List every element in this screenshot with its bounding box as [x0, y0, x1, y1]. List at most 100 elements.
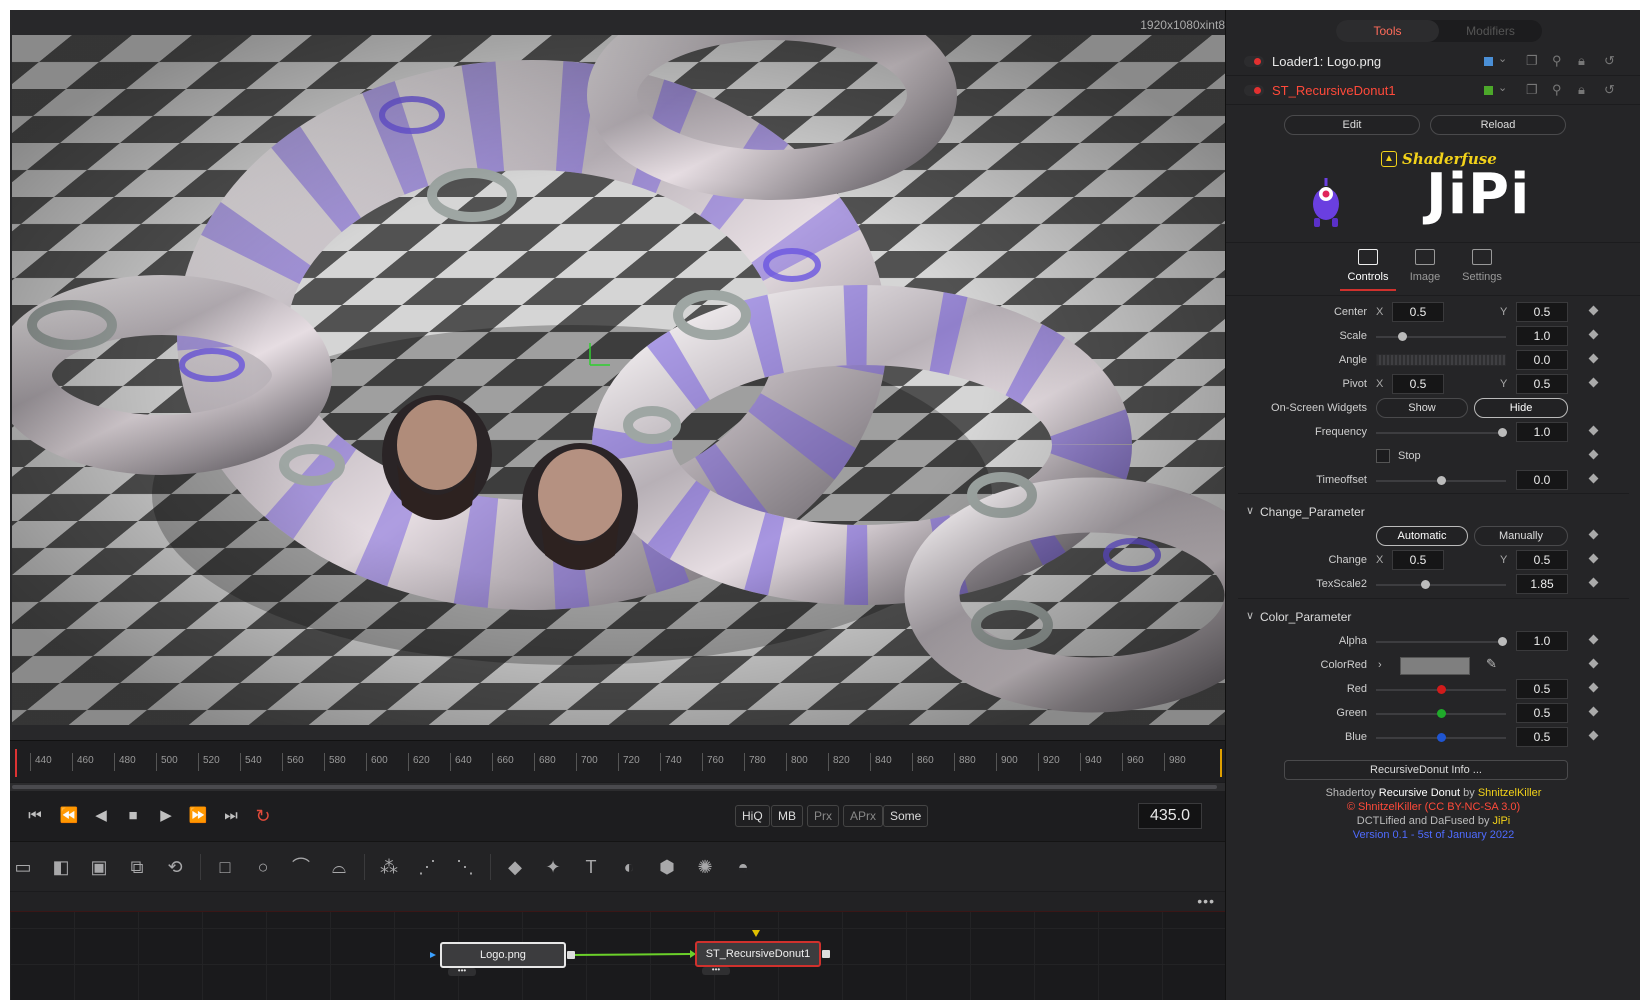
- slider-knob[interactable]: [1498, 428, 1508, 437]
- keyframe-icon[interactable]: [1588, 329, 1599, 340]
- merge-3d-icon[interactable]: ◐: [616, 854, 642, 880]
- pin-icon[interactable]: ⚲: [1552, 53, 1562, 69]
- stop-checkbox[interactable]: [1376, 449, 1390, 463]
- shader-node[interactable]: ST_RecursiveDonut1: [695, 941, 821, 967]
- manually-button[interactable]: Manually: [1474, 526, 1568, 546]
- alpha-field[interactable]: 1.0: [1516, 631, 1568, 651]
- rectangle-mask-icon[interactable]: □: [212, 854, 238, 880]
- render-image[interactable]: [12, 35, 1225, 725]
- merge-tool-icon[interactable]: ⧉: [124, 854, 150, 880]
- tab-tools[interactable]: Tools: [1336, 20, 1439, 42]
- keyframe-icon[interactable]: [1588, 425, 1599, 436]
- chevron-down-icon[interactable]: ⌄: [1498, 52, 1507, 65]
- keyframe-icon[interactable]: [1588, 529, 1599, 540]
- text-3d-icon[interactable]: T: [578, 854, 604, 880]
- loop-icon[interactable]: ↻: [252, 805, 274, 827]
- play-reverse-icon[interactable]: ◀: [90, 805, 112, 827]
- prx-button[interactable]: Prx: [807, 805, 839, 827]
- blue-field[interactable]: 0.5: [1516, 727, 1568, 747]
- reload-button[interactable]: Reload: [1430, 115, 1566, 135]
- timeline-scrollbar[interactable]: [10, 783, 1225, 791]
- tab-settings[interactable]: Settings: [1454, 249, 1510, 283]
- red-field[interactable]: 0.5: [1516, 679, 1568, 699]
- texscale2-slider[interactable]: [1376, 580, 1506, 589]
- tool-row-loader[interactable]: Loader1: Logo.png ⌄ ❐ ⚲ 🔒︎ ↺: [1226, 48, 1640, 76]
- green-slider[interactable]: [1376, 709, 1506, 718]
- green-field[interactable]: 0.5: [1516, 703, 1568, 723]
- particle-emitter-icon[interactable]: ⁂: [376, 854, 402, 880]
- keyframe-icon[interactable]: [1588, 577, 1599, 588]
- center-x-field[interactable]: 0.5: [1392, 302, 1444, 322]
- go-to-end-icon[interactable]: ⏭: [220, 805, 242, 827]
- stop-icon[interactable]: ■: [122, 805, 144, 827]
- tool-color-swatch[interactable]: [1484, 57, 1493, 66]
- keyframe-icon[interactable]: [1588, 449, 1599, 460]
- transform-tool-icon[interactable]: ⟲: [162, 854, 188, 880]
- keyframe-icon[interactable]: [1588, 658, 1599, 669]
- loader-tool-icon[interactable]: ▣: [86, 854, 112, 880]
- slider-knob[interactable]: [1437, 733, 1446, 742]
- section-change-parameter[interactable]: ∨ Change_Parameter: [1226, 493, 1640, 523]
- version-icon[interactable]: ❐: [1526, 82, 1538, 98]
- reset-icon[interactable]: ↺: [1604, 82, 1615, 98]
- alpha-slider[interactable]: [1376, 637, 1508, 646]
- ellipse-mask-icon[interactable]: ○: [250, 854, 276, 880]
- keyframe-icon[interactable]: [1588, 634, 1599, 645]
- shader-node-controls[interactable]: •••: [702, 966, 730, 975]
- timeoffset-slider[interactable]: [1376, 476, 1506, 485]
- lock-icon[interactable]: 🔒︎: [1578, 53, 1585, 69]
- particle-render-icon[interactable]: ⋰: [414, 854, 440, 880]
- frequency-field[interactable]: 1.0: [1516, 422, 1568, 442]
- keyframe-icon[interactable]: [1588, 553, 1599, 564]
- slider-knob[interactable]: [1498, 637, 1508, 646]
- tab-image[interactable]: Image: [1397, 249, 1453, 283]
- hiq-button[interactable]: HiQ: [735, 805, 770, 827]
- paint-tool-icon[interactable]: ◧: [48, 854, 74, 880]
- playhead[interactable]: [15, 749, 17, 777]
- node-flow[interactable]: ••• Logo.png ••• ST_RecursiveDonut1 •••: [10, 892, 1225, 1000]
- pin-icon[interactable]: ⚲: [1552, 82, 1562, 98]
- loader-node-controls[interactable]: •••: [448, 967, 476, 976]
- change-x-field[interactable]: 0.5: [1392, 550, 1444, 570]
- slider-knob[interactable]: [1437, 476, 1446, 485]
- tool-color-swatch[interactable]: [1484, 86, 1493, 95]
- background-tool-icon[interactable]: ▭: [10, 854, 36, 880]
- record-toggle[interactable]: [1244, 56, 1264, 67]
- keyframe-icon[interactable]: [1588, 377, 1599, 388]
- current-frame-field[interactable]: 435.0: [1138, 803, 1202, 829]
- keyframe-icon[interactable]: [1588, 682, 1599, 693]
- red-slider[interactable]: [1376, 685, 1506, 694]
- camera-3d-icon[interactable]: ⬢: [654, 854, 680, 880]
- scale-slider[interactable]: [1376, 332, 1506, 341]
- angle-field[interactable]: 0.0: [1516, 350, 1568, 370]
- viewer[interactable]: 1920x1080xint8: [10, 10, 1225, 740]
- section-color-parameter[interactable]: ∨ Color_Parameter: [1226, 598, 1640, 628]
- timeoffset-field[interactable]: 0.0: [1516, 470, 1568, 490]
- step-forward-icon[interactable]: ⏩: [187, 805, 209, 827]
- color-swatch[interactable]: [1400, 657, 1470, 675]
- keyframe-icon[interactable]: [1588, 730, 1599, 741]
- tab-controls[interactable]: Controls: [1340, 249, 1396, 291]
- automatic-button[interactable]: Automatic: [1376, 526, 1468, 546]
- go-to-start-icon[interactable]: ⏮: [24, 805, 46, 827]
- renderer-3d-icon[interactable]: ◓: [730, 854, 756, 880]
- hide-widgets-button[interactable]: Hide: [1474, 398, 1568, 418]
- timeline-ruler[interactable]: 440 460 480 500 520 540 560 580 600 620 …: [10, 740, 1225, 782]
- mb-button[interactable]: MB: [771, 805, 803, 827]
- chevron-down-icon[interactable]: ∨: [1246, 504, 1254, 517]
- record-toggle[interactable]: [1244, 85, 1264, 96]
- pivot-y-field[interactable]: 0.5: [1516, 374, 1568, 394]
- step-back-icon[interactable]: ⏪: [58, 805, 80, 827]
- angle-thumbwheel[interactable]: [1376, 354, 1506, 366]
- info-button[interactable]: RecursiveDonut Info ...: [1284, 760, 1568, 780]
- tool-row-shader[interactable]: ST_RecursiveDonut1 ⌄ ❐ ⚲ 🔒︎ ↺: [1226, 77, 1640, 105]
- pivot-x-field[interactable]: 0.5: [1392, 374, 1444, 394]
- eyedropper-icon[interactable]: ✎: [1486, 656, 1497, 672]
- image-plane-3d-icon[interactable]: ◆: [502, 854, 528, 880]
- aprx-button[interactable]: APrx: [843, 805, 884, 827]
- scrollbar-thumb[interactable]: [12, 785, 1217, 789]
- chevron-down-icon[interactable]: ∨: [1246, 609, 1254, 622]
- version-icon[interactable]: ❐: [1526, 53, 1538, 69]
- slider-knob[interactable]: [1437, 685, 1446, 694]
- keyframe-icon[interactable]: [1588, 305, 1599, 316]
